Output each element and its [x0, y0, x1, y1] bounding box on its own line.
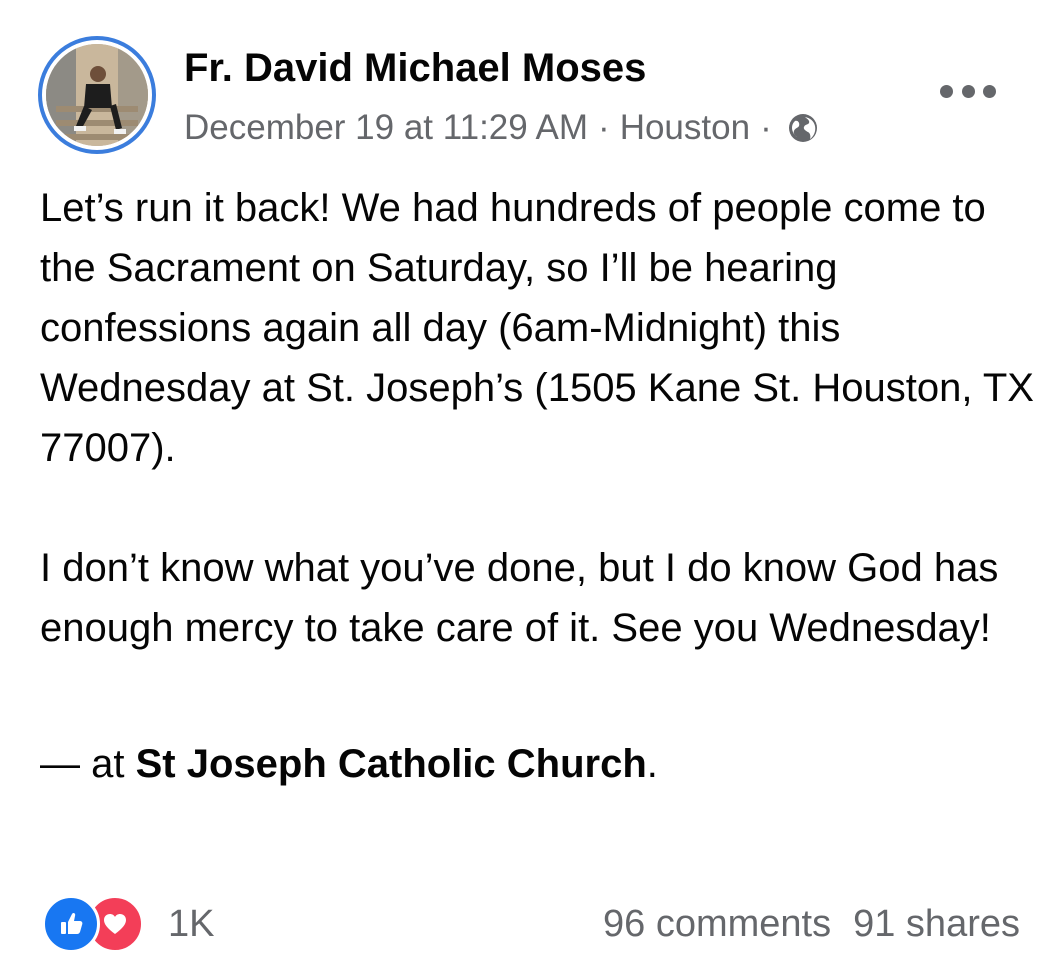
checkin-place-link[interactable]: St Joseph Catholic Church: [136, 742, 647, 786]
checkin-prefix: — at: [40, 742, 136, 786]
more-options-icon[interactable]: [940, 76, 996, 106]
reactions-summary[interactable]: 1K: [42, 895, 215, 953]
more-dot: [940, 84, 953, 98]
shares-count-link[interactable]: 91 shares: [853, 903, 1020, 946]
post-body: Let’s run it back! We had hundreds of pe…: [40, 178, 1040, 658]
comments-count-link[interactable]: 96 comments: [603, 903, 831, 946]
author-name[interactable]: Fr. David Michael Moses: [184, 44, 646, 92]
meta-separator: ·: [760, 108, 772, 147]
more-dot: [983, 84, 996, 98]
post-paragraph: Let’s run it back! We had hundreds of pe…: [40, 186, 1034, 470]
meta-separator: ·: [598, 108, 610, 147]
globe-icon[interactable]: [786, 111, 820, 145]
checkin-line: — at St Joseph Catholic Church.: [40, 734, 658, 794]
engagement-stats: 96 comments 91 shares: [603, 896, 1020, 952]
profile-avatar[interactable]: [38, 36, 156, 154]
like-icon: [42, 895, 100, 953]
post-timestamp[interactable]: December 19 at 11:29 AM: [184, 106, 588, 150]
post-paragraph: I don’t know what you’ve done, but I do …: [40, 546, 999, 650]
post-meta: December 19 at 11:29 AM · Houston ·: [184, 106, 820, 150]
checkin-suffix: .: [646, 742, 658, 786]
reactions-count: 1K: [168, 902, 215, 945]
avatar-photo: [46, 44, 148, 146]
more-dot: [961, 84, 975, 98]
post-location[interactable]: Houston: [620, 106, 750, 150]
